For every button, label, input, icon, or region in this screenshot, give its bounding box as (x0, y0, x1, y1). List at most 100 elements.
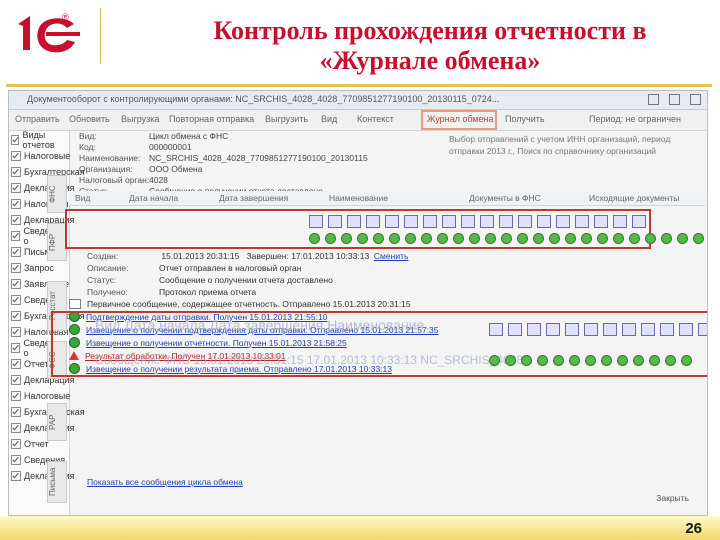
message-row[interactable]: Первичное сообщение, содержащее отчетнос… (69, 297, 489, 310)
status-ok-icon (645, 233, 656, 244)
form-row: Вид: Цикл обмена с ФНС (79, 131, 229, 141)
close-icon[interactable] (690, 94, 701, 105)
toolbar-receive[interactable]: Получить (505, 114, 545, 124)
column-header[interactable]: Дата начала (129, 193, 178, 203)
checkbox-icon[interactable] (11, 135, 20, 145)
close-button[interactable]: Закрыть (656, 493, 689, 503)
document-icon (584, 323, 598, 336)
toolbar-send[interactable]: Отправить (15, 114, 60, 124)
checkbox-icon[interactable] (11, 183, 21, 193)
status-ok-icon (453, 233, 464, 244)
status-ok-icon (517, 233, 528, 244)
toolbar-period[interactable]: Период: не ограничен (589, 114, 681, 124)
status-ok-icon (677, 233, 688, 244)
list-item[interactable]: Налоговые (11, 389, 70, 403)
status-ok-icon (505, 355, 516, 366)
document-icon (489, 323, 503, 336)
window-titlebar: Документооборот с контролирующими органа… (9, 91, 707, 110)
document-icon (603, 323, 617, 336)
status-ok-icon (597, 233, 608, 244)
status-ok-icon (325, 233, 336, 244)
checkbox-icon[interactable] (11, 343, 21, 353)
checkbox-icon[interactable] (11, 359, 21, 369)
column-header[interactable]: Исходящие документы (589, 193, 679, 203)
column-header[interactable]: Наименование (329, 193, 388, 203)
checkbox-icon[interactable] (11, 439, 21, 449)
checkbox-icon[interactable] (11, 375, 21, 385)
toolbar-resend[interactable]: Повторная отправка (169, 114, 254, 124)
document-icon (309, 215, 323, 228)
status-ok-icon (649, 355, 660, 366)
cycle-info: Создан: 15.01.2013 20:31:15 Завершен: 17… (87, 251, 447, 299)
checkbox-icon[interactable] (11, 199, 21, 209)
status-ok-icon (549, 233, 560, 244)
toolbar-refresh[interactable]: Обновить (69, 114, 110, 124)
checkbox-icon[interactable] (11, 423, 21, 433)
toolbar-unload[interactable]: Выгрузить (265, 114, 308, 124)
status-ok-icon (501, 233, 512, 244)
checkbox-icon[interactable] (11, 151, 21, 161)
list-item[interactable]: Налоговые (11, 149, 70, 163)
checkbox-icon[interactable] (11, 295, 21, 305)
page-number: 26 (685, 520, 702, 537)
1c-logo-icon (18, 16, 80, 53)
info-line: Статус: Сообщение о получении отчета дост… (87, 275, 333, 285)
minimize-icon[interactable] (648, 94, 659, 105)
ghost-header: Вид Дата начала Дата завершения Наименов… (95, 317, 425, 333)
document-icon (328, 215, 342, 228)
checkbox-icon[interactable] (11, 471, 21, 481)
checkbox-icon[interactable] (11, 391, 21, 401)
checkbox-icon[interactable] (11, 215, 21, 225)
status-ok-icon (533, 233, 544, 244)
checkbox-icon[interactable] (11, 279, 21, 289)
checkbox-icon[interactable] (11, 263, 21, 273)
checkbox-icon[interactable] (11, 455, 21, 465)
tab-rar[interactable]: РАР (47, 403, 67, 441)
status-ok-icon (341, 233, 352, 244)
form-row: Налоговый орган:4028 (79, 175, 168, 185)
tab-pfr[interactable]: ПФР (47, 223, 67, 261)
list-item[interactable]: Отчет (11, 357, 49, 371)
document-icon (660, 323, 674, 336)
toolbar-context[interactable]: Контекст (357, 114, 394, 124)
status-ok-icon (633, 355, 644, 366)
ghost-values: Сообщение ФНС 15.01.2013 20:31:15 17.01.… (95, 353, 534, 367)
checkbox-icon[interactable] (11, 311, 21, 321)
tab-letters[interactable]: Письма (47, 461, 67, 503)
column-header[interactable]: Документы в ФНС (469, 193, 541, 203)
document-icon (679, 323, 693, 336)
tab-fns[interactable]: ФНС (47, 175, 67, 213)
checkbox-icon[interactable] (11, 407, 21, 417)
document-icon (508, 323, 522, 336)
form-row: Организация: ООО Обмена (79, 164, 203, 174)
checkbox-icon[interactable] (11, 247, 21, 257)
document-icon (565, 323, 579, 336)
document-icon (556, 215, 570, 228)
status-ok-icon (373, 233, 384, 244)
checkbox-icon[interactable] (11, 167, 21, 177)
toolbar-export[interactable]: Выгрузка (121, 114, 159, 124)
maximize-icon[interactable] (669, 94, 680, 105)
column-header[interactable]: Дата завершения (219, 193, 288, 203)
document-icon (461, 215, 475, 228)
status-ok-icon (601, 355, 612, 366)
list-item[interactable]: Запрос (11, 261, 54, 275)
change-link[interactable]: Сменить (374, 251, 408, 261)
status-ok-icon (585, 355, 596, 366)
document-icon (632, 215, 646, 228)
show-all-messages-link[interactable]: Показать все сообщения цикла обмена (87, 477, 243, 487)
checkbox-icon[interactable] (11, 327, 21, 337)
status-ok-icon (309, 233, 320, 244)
list-item[interactable]: Отчет (11, 437, 49, 451)
checkbox-icon[interactable] (11, 231, 21, 241)
column-header[interactable]: Вид (75, 193, 90, 203)
title-line-1: Контроль прохождения отчетности в (213, 16, 647, 45)
document-icon (385, 215, 399, 228)
slide-footer (0, 516, 720, 540)
document-icon (442, 215, 456, 228)
toolbar-view[interactable]: Вид (321, 114, 337, 124)
info-line: Создан: 15.01.2013 20:31:15 Завершен: 17… (87, 251, 409, 261)
status-ok-icon (617, 355, 628, 366)
messages-icons-row (489, 323, 707, 336)
list-item[interactable]: Виды отчетов (11, 130, 69, 150)
